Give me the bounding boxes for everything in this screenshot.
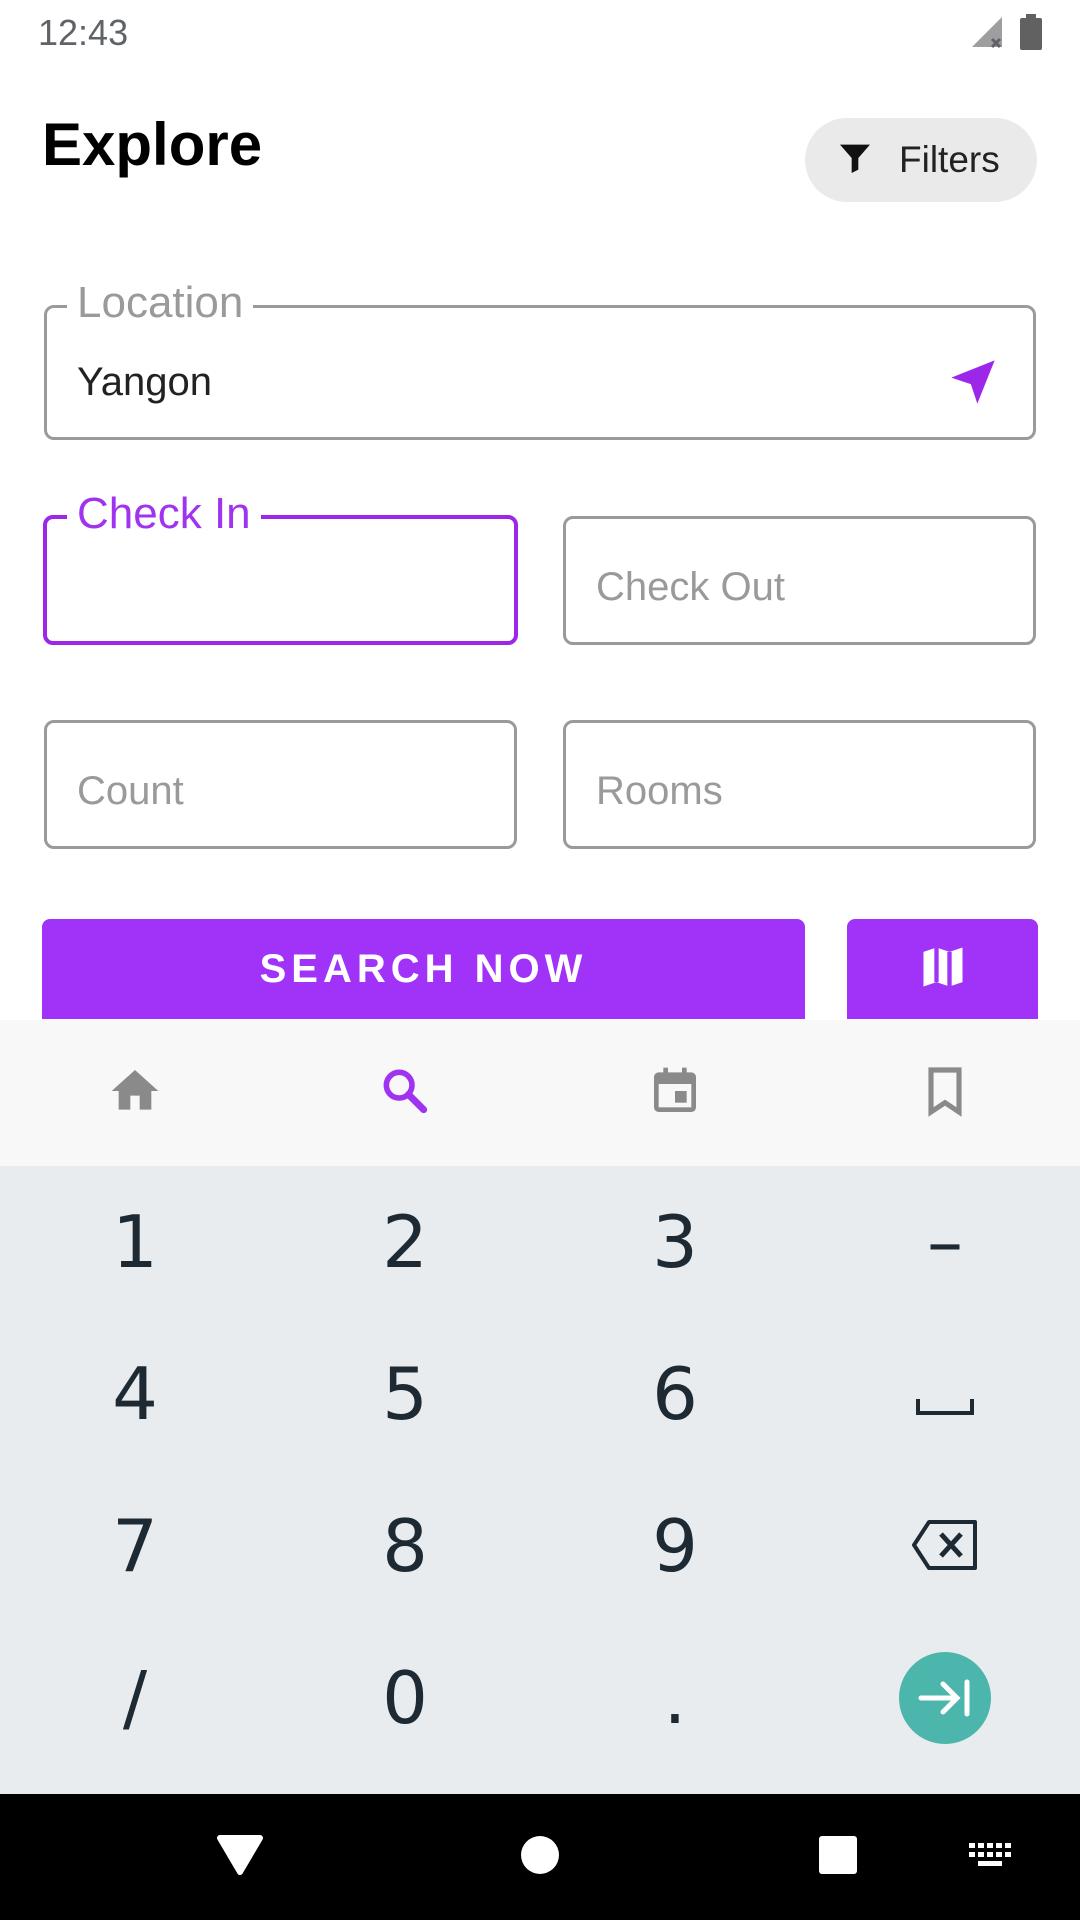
key-5[interactable]: 5 [270,1318,540,1470]
key-backspace[interactable] [810,1470,1080,1622]
home-button[interactable] [500,1794,580,1920]
status-time: 12:43 [38,12,129,53]
key-6[interactable]: 6 [540,1318,810,1470]
key-0[interactable]: 0 [270,1622,540,1774]
numeric-keyboard: 1 2 3 – 4 5 6 7 8 9 / 0 . [0,1166,1080,1794]
check-in-field[interactable]: Check In [43,489,518,645]
status-bar: 12:43 [0,0,1080,66]
search-now-label: SEARCH NOW [259,946,588,991]
bookmark-icon [917,1063,973,1124]
nav-calendar[interactable] [540,1020,810,1166]
nav-search[interactable] [270,1020,540,1166]
key-7[interactable]: 7 [0,1470,270,1622]
filters-label: Filters [899,139,1000,180]
location-label: Location [67,278,254,328]
home-circle-icon [520,1835,560,1880]
check-out-placeholder: Check Out [596,565,785,609]
recents-button[interactable] [798,1794,878,1920]
key-period[interactable]: . [540,1622,810,1774]
nav-home[interactable] [0,1020,270,1166]
rooms-placeholder: Rooms [596,769,723,813]
count-placeholder: Count [77,769,184,813]
system-navigation-bar [0,1794,1080,1920]
check-out-field[interactable]: Check Out [563,516,1036,645]
home-icon [107,1063,163,1124]
backspace-icon [911,1504,979,1588]
key-1[interactable]: 1 [0,1166,270,1318]
key-dash[interactable]: – [810,1166,1080,1318]
rooms-field[interactable]: Rooms [563,720,1036,849]
recents-square-icon [818,1835,858,1880]
key-2[interactable]: 2 [270,1166,540,1318]
signal-icon [970,15,1004,54]
key-space[interactable] [810,1318,1080,1470]
page-title: Explore [42,111,263,178]
location-field[interactable]: Location Yangon [44,278,1036,440]
battery-icon [1020,14,1042,55]
key-4[interactable]: 4 [0,1318,270,1470]
location-value: Yangon [77,360,212,404]
next-field-icon [899,1652,991,1744]
bottom-navigation [0,1020,1080,1166]
key-3[interactable]: 3 [540,1166,810,1318]
nav-bookmark[interactable] [810,1020,1080,1166]
map-icon [917,941,969,998]
check-in-label: Check In [67,489,261,539]
navigation-arrow-icon[interactable] [947,356,999,413]
back-button[interactable] [200,1794,280,1920]
keyboard-icon [967,1841,1013,1874]
filters-button[interactable]: Filters [805,118,1037,202]
key-8[interactable]: 8 [270,1470,540,1622]
key-next[interactable] [810,1622,1080,1774]
search-icon [377,1063,433,1124]
keyboard-switch-button[interactable] [950,1794,1030,1920]
space-icon [915,1352,975,1436]
back-triangle-icon [217,1834,263,1881]
count-field[interactable]: Count [44,720,517,849]
search-now-button[interactable]: SEARCH NOW [42,919,805,1019]
key-slash[interactable]: / [0,1622,270,1774]
calendar-icon [647,1063,703,1124]
map-button[interactable] [847,919,1038,1019]
key-9[interactable]: 9 [540,1470,810,1622]
filter-icon [835,138,875,183]
status-icons [970,14,1042,55]
